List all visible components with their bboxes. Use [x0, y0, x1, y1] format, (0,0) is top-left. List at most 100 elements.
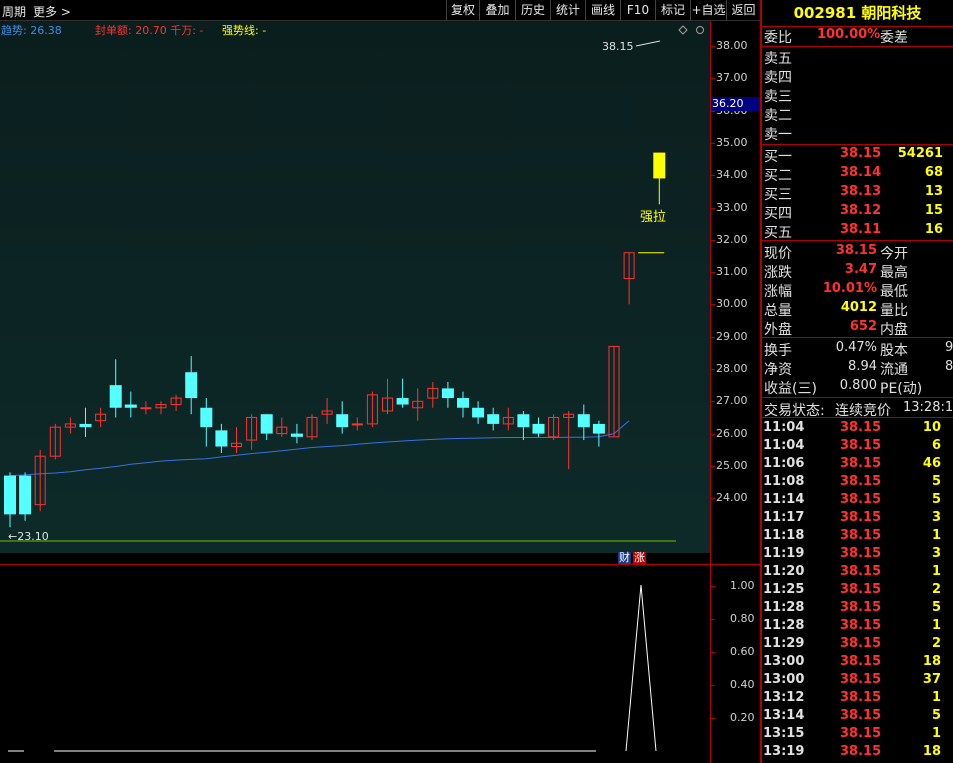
candle[interactable] [653, 152, 666, 205]
limit-up-badge[interactable]: 涨 [633, 552, 646, 564]
candle[interactable] [366, 391, 378, 428]
candle[interactable] [215, 423, 228, 453]
stat-row: 外盘 652 内盘 [762, 319, 953, 338]
ask-row: 卖二 [762, 105, 953, 124]
candle[interactable] [4, 472, 16, 528]
candle[interactable] [200, 398, 213, 447]
ask-label: 卖四 [764, 70, 792, 86]
candle[interactable] [592, 420, 605, 447]
tick-volume: 2 [931, 582, 941, 597]
candle[interactable] [246, 414, 258, 450]
candle[interactable] [336, 401, 349, 434]
weibi-label: 委比 [764, 30, 792, 46]
tick-time: 11:19 [763, 546, 805, 561]
stock-code: 002981 [793, 4, 857, 22]
candle[interactable] [532, 417, 545, 437]
stat-label: 涨跌 [764, 265, 792, 281]
candle[interactable] [290, 423, 303, 444]
tick-price: 38.15 [840, 672, 882, 687]
tick-volume: 18 [922, 744, 941, 759]
stat-right-label: 今开 [880, 246, 908, 262]
bid-label: 买一 [764, 149, 792, 165]
tick-volume: 1 [931, 564, 941, 579]
candle[interactable] [563, 410, 575, 470]
finance-right-label: 流通 [880, 362, 908, 378]
y-axis-tick: 38.00 [716, 39, 748, 52]
signal-spike [625, 584, 657, 752]
tick-time: 11:20 [763, 564, 805, 579]
y-axis-tick: 35.00 [716, 135, 748, 149]
bid-volume: 15 [924, 203, 943, 218]
candle[interactable] [231, 427, 242, 453]
finance-value: 0.800 [839, 378, 877, 393]
candle[interactable] [623, 252, 635, 305]
stat-right-label: 内盘 [880, 322, 908, 338]
candle[interactable] [427, 381, 439, 408]
y-axis-tick: 33.00 [716, 200, 748, 214]
candle[interactable] [487, 407, 500, 431]
tick-volume: 10 [922, 420, 941, 435]
candle[interactable] [577, 404, 590, 441]
candle[interactable] [548, 414, 560, 441]
candle[interactable] [396, 378, 409, 408]
bid-volume: 68 [924, 165, 943, 180]
candle[interactable] [140, 401, 152, 415]
candle[interactable] [321, 398, 333, 424]
candle[interactable] [276, 417, 288, 437]
candle[interactable] [306, 414, 318, 441]
diamond-icon[interactable] [678, 25, 688, 35]
gear-icon[interactable] [696, 26, 704, 34]
y-axis-tick-mark [711, 336, 715, 338]
candle[interactable] [155, 401, 167, 415]
ask-label: 卖三 [764, 89, 792, 105]
y-axis-tick: 37.00 [716, 71, 748, 85]
bid-volume: 13 [924, 184, 943, 199]
candle[interactable] [472, 401, 485, 424]
y-axis-tick: 25.00 [716, 458, 748, 472]
tick-volume: 5 [931, 474, 941, 489]
finance-badge[interactable]: 财 [618, 552, 631, 564]
tick-time: 11:06 [763, 456, 805, 471]
candle[interactable] [351, 417, 363, 431]
tick-volume: 5 [931, 492, 941, 507]
tick-time: 13:00 [763, 654, 805, 669]
candle[interactable] [457, 391, 469, 418]
candle[interactable] [517, 410, 530, 441]
candle[interactable] [34, 449, 46, 512]
tick-price: 38.15 [840, 600, 882, 615]
finance-right-value: 9 [945, 340, 953, 355]
y-axis-tick: 29.00 [716, 329, 748, 343]
candle[interactable] [49, 423, 61, 460]
y-axis-tick: 26.00 [716, 426, 748, 440]
tick-row: 13:12 38.15 1 [762, 690, 953, 708]
strong-pull-annotation: 强拉 [640, 210, 666, 225]
bid-price: 38.15 [840, 146, 882, 161]
bid-row: 买四 38.12 15 [762, 203, 953, 222]
tick-time: 11:14 [763, 492, 805, 507]
tick-time: 11:04 [763, 420, 805, 435]
candle[interactable] [79, 407, 92, 437]
candle[interactable] [412, 388, 424, 421]
candle[interactable] [185, 356, 198, 415]
stat-value: 3.47 [844, 262, 877, 277]
y-axis-tick: 34.00 [716, 168, 748, 182]
tick-row: 13:15 38.15 1 [762, 726, 953, 744]
ask-label: 卖二 [764, 108, 792, 124]
candle[interactable] [64, 417, 76, 434]
candle[interactable] [260, 414, 273, 441]
candle[interactable] [382, 378, 393, 415]
candle[interactable] [109, 359, 122, 418]
stat-row: 现价 38.15 今开 [762, 243, 953, 262]
tick-volume: 18 [922, 654, 941, 669]
tick-volume: 1 [931, 726, 941, 741]
tick-volume: 1 [931, 618, 941, 633]
candle[interactable] [170, 394, 182, 411]
candle[interactable] [608, 345, 620, 438]
candle[interactable] [19, 472, 32, 521]
stat-label: 外盘 [764, 322, 792, 338]
candle[interactable] [502, 407, 514, 431]
candle[interactable] [124, 391, 137, 418]
candle[interactable] [95, 407, 107, 428]
candle[interactable] [441, 381, 454, 408]
y-axis-tick-mark [711, 239, 715, 241]
